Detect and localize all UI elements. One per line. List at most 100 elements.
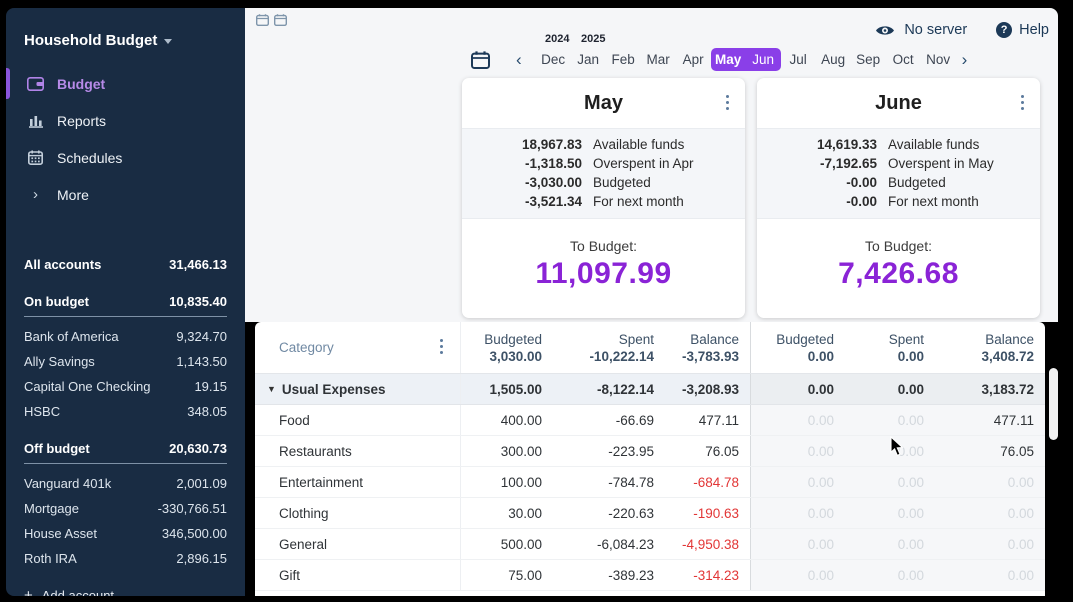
account-row[interactable]: Bank of America 9,324.70 bbox=[24, 324, 227, 349]
balance-cell[interactable]: -4,950.38 bbox=[665, 529, 750, 559]
next-month-button[interactable]: › bbox=[956, 50, 974, 70]
spent-cell[interactable]: 0.00 bbox=[845, 467, 935, 497]
spent-cell[interactable]: 0.00 bbox=[845, 498, 935, 528]
category-name[interactable]: Entertainment bbox=[255, 467, 460, 497]
kebab-menu-icon[interactable] bbox=[726, 95, 730, 113]
off-budget-header[interactable]: Off budget 20,630.73 bbox=[24, 441, 227, 464]
balance-cell[interactable]: 0.00 bbox=[935, 529, 1045, 559]
vertical-scrollbar-thumb[interactable] bbox=[1049, 368, 1058, 440]
all-accounts-row[interactable]: All accounts 31,466.13 bbox=[24, 257, 227, 272]
spent-cell[interactable]: -6,084.23 bbox=[553, 529, 665, 559]
budgeted-cell[interactable]: 0.00 bbox=[750, 529, 845, 559]
spent-cell[interactable]: -389.23 bbox=[553, 560, 665, 590]
category-name[interactable]: Food bbox=[255, 405, 460, 435]
spent-cell[interactable]: -223.95 bbox=[553, 436, 665, 466]
balance-cell[interactable]: -314.23 bbox=[665, 560, 750, 590]
spent-cell[interactable]: -784.78 bbox=[553, 467, 665, 497]
account-row[interactable]: Vanguard 401k 2,001.09 bbox=[24, 471, 227, 496]
kebab-menu-icon[interactable] bbox=[1021, 95, 1025, 113]
budgeted-cell[interactable]: 0.00 bbox=[750, 560, 845, 590]
group-expand-toggle[interactable]: ▼ Usual Expenses bbox=[255, 374, 460, 404]
budget-file-switcher[interactable]: Household Budget bbox=[6, 8, 245, 49]
balance-cell[interactable]: 477.11 bbox=[935, 405, 1045, 435]
group-spent-may[interactable]: -8,122.14 bbox=[553, 374, 665, 404]
balance-cell[interactable]: 76.05 bbox=[935, 436, 1045, 466]
to-budget-value[interactable]: 7,426.68 bbox=[757, 257, 1040, 291]
group-spent-june[interactable]: 0.00 bbox=[845, 374, 935, 404]
budgeted-cell[interactable]: 0.00 bbox=[750, 436, 845, 466]
sidebar-item-reports[interactable]: Reports bbox=[6, 102, 245, 139]
spent-cell[interactable]: 0.00 bbox=[845, 529, 935, 559]
month-aug[interactable]: Aug bbox=[816, 48, 851, 71]
category-name[interactable]: General bbox=[255, 529, 460, 559]
balance-cell[interactable]: -684.78 bbox=[665, 467, 750, 497]
budgeted-cell[interactable]: 300.00 bbox=[460, 436, 553, 466]
calendar-picker-icon[interactable] bbox=[471, 51, 490, 69]
group-budgeted-may[interactable]: 1,505.00 bbox=[460, 374, 553, 404]
month-oct[interactable]: Oct bbox=[886, 48, 921, 71]
sidebar-item-schedules[interactable]: Schedules bbox=[6, 139, 245, 176]
category-name[interactable]: Clothing bbox=[255, 498, 460, 528]
month-apr[interactable]: Apr bbox=[676, 48, 711, 71]
kebab-menu-icon[interactable] bbox=[440, 339, 444, 357]
spent-cell[interactable]: -220.63 bbox=[553, 498, 665, 528]
sidebar-item-budget[interactable]: Budget bbox=[6, 65, 245, 102]
balance-cell[interactable]: -190.63 bbox=[665, 498, 750, 528]
column-header-spent-may[interactable]: Spent -10,222.14 bbox=[553, 322, 665, 373]
account-row[interactable]: Capital One Checking 19.15 bbox=[24, 374, 227, 399]
month-nov[interactable]: Nov bbox=[921, 48, 956, 71]
category-name[interactable]: Restaurants bbox=[255, 436, 460, 466]
group-budgeted-june[interactable]: 0.00 bbox=[750, 374, 845, 404]
group-balance-may[interactable]: -3,208.93 bbox=[665, 374, 750, 404]
help-button[interactable]: ? Help bbox=[996, 22, 1049, 38]
budgeted-cell[interactable]: 100.00 bbox=[460, 467, 553, 497]
balance-cell[interactable]: 0.00 bbox=[935, 467, 1045, 497]
eye-icon[interactable] bbox=[875, 24, 895, 37]
month-mar[interactable]: Mar bbox=[641, 48, 676, 71]
month-jul[interactable]: Jul bbox=[781, 48, 816, 71]
spent-cell[interactable]: 0.00 bbox=[845, 405, 935, 435]
to-budget-value[interactable]: 11,097.99 bbox=[462, 257, 745, 291]
month-may-selected[interactable]: May bbox=[711, 48, 746, 71]
budgeted-cell[interactable]: 500.00 bbox=[460, 529, 553, 559]
budgeted-cell[interactable]: 0.00 bbox=[750, 467, 845, 497]
month-jun-selected[interactable]: Jun bbox=[746, 48, 781, 71]
category-row: Clothing 30.00 -220.63 -190.63 0.00 0.00… bbox=[255, 498, 1045, 529]
account-row[interactable]: Roth IRA 2,896.15 bbox=[24, 546, 227, 571]
balance-cell[interactable]: 0.00 bbox=[935, 498, 1045, 528]
balance-cell[interactable]: 76.05 bbox=[665, 436, 750, 466]
group-balance-june[interactable]: 3,183.72 bbox=[935, 374, 1045, 404]
on-budget-header[interactable]: On budget 10,835.40 bbox=[24, 294, 227, 317]
mini-calendar-icon[interactable] bbox=[256, 14, 269, 26]
budgeted-cell[interactable]: 75.00 bbox=[460, 560, 553, 590]
spent-cell[interactable]: 0.00 bbox=[845, 436, 935, 466]
column-header-budgeted-june[interactable]: Budgeted 0.00 bbox=[750, 322, 845, 373]
month-feb[interactable]: Feb bbox=[606, 48, 641, 71]
account-row[interactable]: HSBC 348.05 bbox=[24, 399, 227, 424]
budgeted-cell[interactable]: 400.00 bbox=[460, 405, 553, 435]
month-sep[interactable]: Sep bbox=[851, 48, 886, 71]
balance-cell[interactable]: 0.00 bbox=[935, 560, 1045, 590]
balance-cell[interactable]: 477.11 bbox=[665, 405, 750, 435]
budgeted-cell[interactable]: 0.00 bbox=[750, 405, 845, 435]
account-row[interactable]: Ally Savings 1,143.50 bbox=[24, 349, 227, 374]
month-dec[interactable]: Dec bbox=[536, 48, 571, 71]
account-row[interactable]: House Asset 346,500.00 bbox=[24, 521, 227, 546]
category-name[interactable]: Gift bbox=[255, 560, 460, 590]
category-header[interactable]: Category bbox=[279, 340, 334, 355]
server-status[interactable]: No server bbox=[904, 22, 967, 38]
previous-month-button[interactable]: ‹ bbox=[510, 50, 528, 70]
sidebar-item-more[interactable]: › More bbox=[6, 176, 245, 213]
budgeted-cell[interactable]: 0.00 bbox=[750, 498, 845, 528]
column-header-balance-june[interactable]: Balance 3,408.72 bbox=[935, 322, 1045, 373]
budgeted-cell[interactable]: 30.00 bbox=[460, 498, 553, 528]
add-account-button[interactable]: + Add account bbox=[24, 588, 227, 596]
column-header-budgeted-may[interactable]: Budgeted 3,030.00 bbox=[460, 322, 553, 373]
spent-cell[interactable]: -66.69 bbox=[553, 405, 665, 435]
month-jan[interactable]: Jan bbox=[571, 48, 606, 71]
mini-calendar-icon[interactable] bbox=[274, 14, 287, 26]
column-header-balance-may[interactable]: Balance -3,783.93 bbox=[665, 322, 750, 373]
column-header-spent-june[interactable]: Spent 0.00 bbox=[845, 322, 935, 373]
account-row[interactable]: Mortgage -330,766.51 bbox=[24, 496, 227, 521]
spent-cell[interactable]: 0.00 bbox=[845, 560, 935, 590]
